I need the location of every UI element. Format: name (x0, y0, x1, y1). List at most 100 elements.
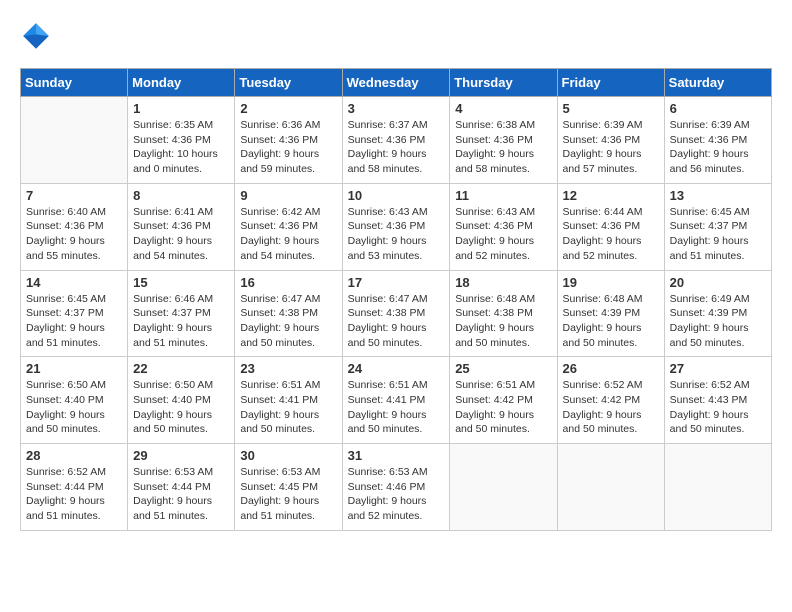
day-info: Sunrise: 6:52 AM Sunset: 4:42 PM Dayligh… (563, 378, 659, 437)
day-info: Sunrise: 6:51 AM Sunset: 4:41 PM Dayligh… (348, 378, 445, 437)
calendar-cell: 23 Sunrise: 6:51 AM Sunset: 4:41 PM Dayli… (235, 357, 342, 444)
day-info: Sunrise: 6:51 AM Sunset: 4:42 PM Dayligh… (455, 378, 551, 437)
day-info: Sunrise: 6:48 AM Sunset: 4:38 PM Dayligh… (455, 292, 551, 351)
calendar-cell: 25Sunrise: 6:51 AM Sunset: 4:42 PM Dayli… (450, 357, 557, 444)
calendar-cell: 16 Sunrise: 6:47 AM Sunset: 4:38 PM Dayli… (235, 270, 342, 357)
day-number: 18 (455, 275, 551, 290)
calendar-header-row: SundayMondayTuesdayWednesdayThursdayFrid… (21, 69, 772, 97)
day-info: Sunrise: 6:43 AM Sunset: 4:36 PM Dayligh… (348, 205, 445, 264)
day-info: Sunrise: 6:52 AM Sunset: 4:44 PM Dayligh… (26, 465, 122, 524)
day-info: Sunrise: 6:47 AM Sunset: 4:38 PM Dayligh… (348, 292, 445, 351)
day-number: 31 (348, 448, 445, 463)
day-number: 23 (240, 361, 336, 376)
calendar-cell: 31 Sunrise: 6:53 AM Sunset: 4:46 PM Dayli… (342, 444, 450, 531)
column-header-wednesday: Wednesday (342, 69, 450, 97)
logo (20, 20, 56, 52)
calendar-cell: 21Sunrise: 6:50 AM Sunset: 4:40 PM Dayli… (21, 357, 128, 444)
day-info: Sunrise: 6:49 AM Sunset: 4:39 PM Dayligh… (670, 292, 766, 351)
calendar-cell: 19 Sunrise: 6:48 AM Sunset: 4:39 PM Dayli… (557, 270, 664, 357)
calendar-cell: 4 Sunrise: 6:38 AM Sunset: 4:36 PM Daylig… (450, 97, 557, 184)
calendar-week-row: 7 Sunrise: 6:40 AM Sunset: 4:36 PM Daylig… (21, 183, 772, 270)
day-info: Sunrise: 6:39 AM Sunset: 4:36 PM Dayligh… (563, 118, 659, 177)
day-info: Sunrise: 6:39 AM Sunset: 4:36 PM Dayligh… (670, 118, 766, 177)
calendar-cell: 28 Sunrise: 6:52 AM Sunset: 4:44 PM Dayli… (21, 444, 128, 531)
calendar-cell: 2 Sunrise: 6:36 AM Sunset: 4:36 PM Daylig… (235, 97, 342, 184)
day-info: Sunrise: 6:53 AM Sunset: 4:46 PM Dayligh… (348, 465, 445, 524)
calendar-cell: 29 Sunrise: 6:53 AM Sunset: 4:44 PM Dayli… (128, 444, 235, 531)
calendar-cell: 7 Sunrise: 6:40 AM Sunset: 4:36 PM Daylig… (21, 183, 128, 270)
calendar-cell: 6Sunrise: 6:39 AM Sunset: 4:36 PM Daylig… (664, 97, 771, 184)
day-info: Sunrise: 6:45 AM Sunset: 4:37 PM Dayligh… (670, 205, 766, 264)
day-number: 1 (133, 101, 229, 116)
calendar-week-row: 21 Sunrise: 6:50 AM Sunset: 4:40 PM Dayli… (21, 357, 772, 444)
day-number: 28 (26, 448, 122, 463)
calendar-week-row: 28 Sunrise: 6:52 AM Sunset: 4:44 PM Dayli… (21, 444, 772, 531)
calendar-cell: 20 Sunrise: 6:49 AM Sunset: 4:39 PM Dayli… (664, 270, 771, 357)
calendar-week-row: 14 Sunrise: 6:45 AM Sunset: 4:37 PM Dayli… (21, 270, 772, 357)
calendar-cell: 11 Sunrise: 6:43 AM Sunset: 4:36 PM Dayli… (450, 183, 557, 270)
day-info: Sunrise: 6:53 AM Sunset: 4:44 PM Dayligh… (133, 465, 229, 524)
column-header-monday: Monday (128, 69, 235, 97)
day-number: 8 (133, 188, 229, 203)
day-info: Sunrise: 6:47 AM Sunset: 4:38 PM Dayligh… (240, 292, 336, 351)
day-info: Sunrise: 6:46 AM Sunset: 4:37 PM Dayligh… (133, 292, 229, 351)
day-info: Sunrise: 6:43 AM Sunset: 4:36 PM Dayligh… (455, 205, 551, 264)
calendar-week-row: 1 Sunrise: 6:35 AM Sunset: 4:36 PM Daylig… (21, 97, 772, 184)
calendar-cell: 30 Sunrise: 6:53 AM Sunset: 4:45 PM Dayli… (235, 444, 342, 531)
day-info: Sunrise: 6:44 AM Sunset: 4:36 PM Dayligh… (563, 205, 659, 264)
day-number: 19 (563, 275, 659, 290)
day-info: Sunrise: 6:41 AM Sunset: 4:36 PM Dayligh… (133, 205, 229, 264)
calendar-cell: 14 Sunrise: 6:45 AM Sunset: 4:37 PM Dayli… (21, 270, 128, 357)
day-number: 17 (348, 275, 445, 290)
calendar-table: SundayMondayTuesdayWednesdayThursdayFrid… (20, 68, 772, 531)
calendar-cell: 18 Sunrise: 6:48 AM Sunset: 4:38 PM Dayli… (450, 270, 557, 357)
day-number: 20 (670, 275, 766, 290)
calendar-cell: 26 Sunrise: 6:52 AM Sunset: 4:42 PM Dayli… (557, 357, 664, 444)
day-number: 11 (455, 188, 551, 203)
day-info: Sunrise: 6:50 AM Sunset: 4:40 PM Dayligh… (133, 378, 229, 437)
column-header-thursday: Thursday (450, 69, 557, 97)
day-info: Sunrise: 6:45 AM Sunset: 4:37 PM Dayligh… (26, 292, 122, 351)
day-info: Sunrise: 6:38 AM Sunset: 4:36 PM Dayligh… (455, 118, 551, 177)
day-number: 27 (670, 361, 766, 376)
calendar-cell (21, 97, 128, 184)
calendar-cell (664, 444, 771, 531)
day-number: 3 (348, 101, 445, 116)
calendar-cell: 15 Sunrise: 6:46 AM Sunset: 4:37 PM Dayli… (128, 270, 235, 357)
day-number: 4 (455, 101, 551, 116)
day-info: Sunrise: 6:48 AM Sunset: 4:39 PM Dayligh… (563, 292, 659, 351)
day-info: Sunrise: 6:52 AM Sunset: 4:43 PM Dayligh… (670, 378, 766, 437)
day-info: Sunrise: 6:51 AM Sunset: 4:41 PM Dayligh… (240, 378, 336, 437)
day-number: 26 (563, 361, 659, 376)
day-number: 15 (133, 275, 229, 290)
calendar-cell: 9Sunrise: 6:42 AM Sunset: 4:36 PM Daylig… (235, 183, 342, 270)
day-number: 22 (133, 361, 229, 376)
day-info: Sunrise: 6:37 AM Sunset: 4:36 PM Dayligh… (348, 118, 445, 177)
column-header-friday: Friday (557, 69, 664, 97)
day-number: 7 (26, 188, 122, 203)
day-number: 5 (563, 101, 659, 116)
day-number: 14 (26, 275, 122, 290)
day-number: 2 (240, 101, 336, 116)
calendar-cell: 17 Sunrise: 6:47 AM Sunset: 4:38 PM Dayli… (342, 270, 450, 357)
calendar-cell (450, 444, 557, 531)
day-number: 16 (240, 275, 336, 290)
day-number: 10 (348, 188, 445, 203)
day-info: Sunrise: 6:53 AM Sunset: 4:45 PM Dayligh… (240, 465, 336, 524)
page-header (20, 20, 772, 52)
calendar-cell: 24Sunrise: 6:51 AM Sunset: 4:41 PM Dayli… (342, 357, 450, 444)
calendar-cell: 5 Sunrise: 6:39 AM Sunset: 4:36 PM Daylig… (557, 97, 664, 184)
day-info: Sunrise: 6:40 AM Sunset: 4:36 PM Dayligh… (26, 205, 122, 264)
calendar-cell: 8 Sunrise: 6:41 AM Sunset: 4:36 PM Daylig… (128, 183, 235, 270)
day-number: 21 (26, 361, 122, 376)
day-number: 30 (240, 448, 336, 463)
day-number: 12 (563, 188, 659, 203)
calendar-cell: 22 Sunrise: 6:50 AM Sunset: 4:40 PM Dayli… (128, 357, 235, 444)
logo-icon (20, 20, 52, 52)
day-number: 29 (133, 448, 229, 463)
day-info: Sunrise: 6:35 AM Sunset: 4:36 PM Dayligh… (133, 118, 229, 177)
calendar-cell: 3 Sunrise: 6:37 AM Sunset: 4:36 PM Daylig… (342, 97, 450, 184)
column-header-sunday: Sunday (21, 69, 128, 97)
day-info: Sunrise: 6:36 AM Sunset: 4:36 PM Dayligh… (240, 118, 336, 177)
day-number: 9 (240, 188, 336, 203)
